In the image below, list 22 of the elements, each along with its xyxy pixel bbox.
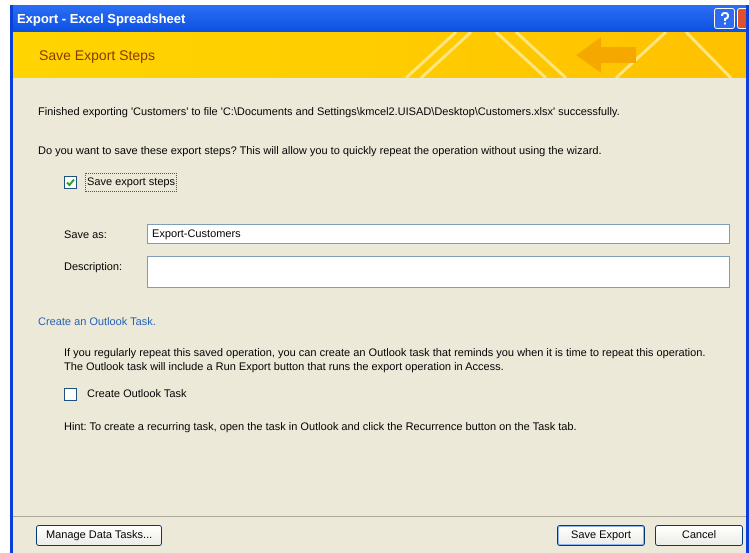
checkbox-label[interactable]: Save export steps [85,173,178,192]
dialog-button[interactable]: Save Export [557,524,645,546]
outlook-task-heading: Create an Outlook Task. [38,314,157,330]
save-as-field[interactable]: Export-Customers [147,224,730,244]
success-message: Finished exporting 'Customers' to file 'C:\Documents and Settings\kmcel2.UISAD\Desktop\Customers.xlsx' successfully. [38,105,621,120]
dialog-button[interactable]: Cancel [655,524,743,546]
banner-title: Save Export Steps [39,46,155,65]
window-title: Export - Excel Spreadsheet [17,10,186,28]
description-field[interactable] [147,256,730,288]
field-label: Save as: [64,228,108,242]
outlook-task-description: If you regularly repeat this saved operation, you can create an Outlook task that reminds you when it is time to repeat this operation. The Outlook task will include a Run Export button that runs the export operation in Access. [64,346,706,374]
manage-data-tasks-button[interactable]: Manage Data Tasks... [36,524,162,546]
hint-text: Hint: To create a recurring task, open the task in Outlook and click the Recurrence button on the Task tab. [64,420,578,434]
question-text: Do you want to save these export steps? This will allow you to quickly repeat the operation without using the wizard. [38,144,603,158]
checkbox-label[interactable]: Create Outlook Task [85,386,188,402]
checkbox[interactable] [64,176,77,189]
help-button[interactable] [714,8,735,29]
checkbox[interactable] [64,388,77,401]
help-icon [720,12,730,25]
checkmark-icon [66,178,75,187]
close-button[interactable] [737,8,746,29]
field-label: Description: [64,260,124,274]
